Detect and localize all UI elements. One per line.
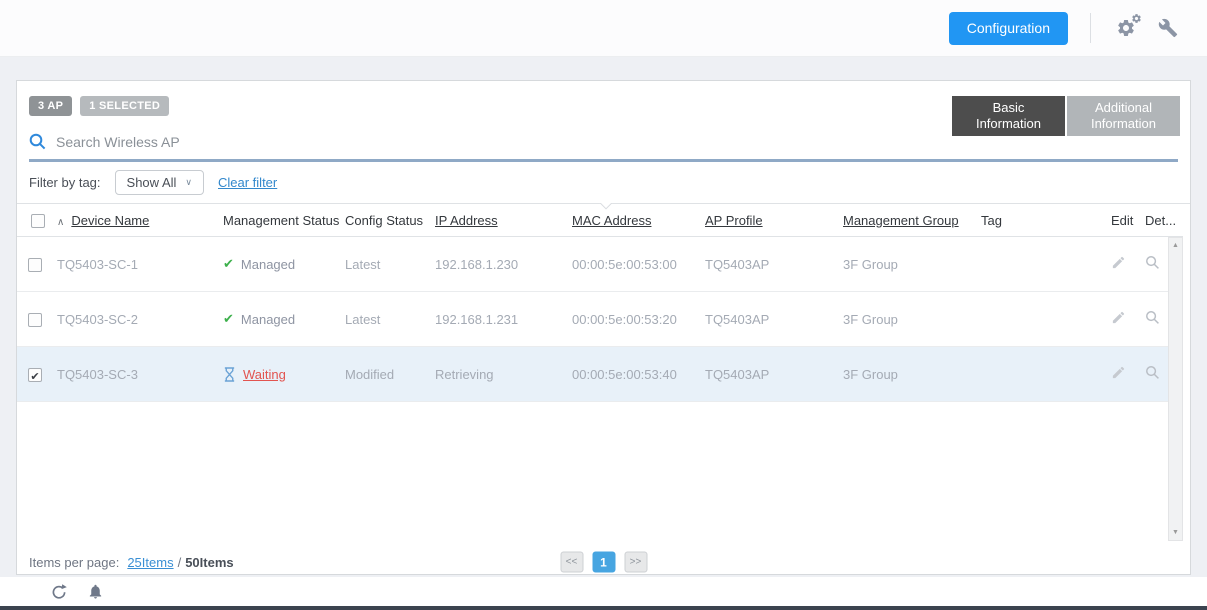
ap-table: ∧ Device Name Management Status Config St…	[17, 203, 1190, 541]
prev-page-button[interactable]: <<	[560, 552, 583, 573]
table-body: TQ5403-SC-1 ✔ Managed Latest 192.168.1.2…	[17, 237, 1168, 541]
cell-device-name: TQ5403-SC-2	[57, 312, 223, 327]
column-management-group[interactable]: Management Group	[843, 213, 981, 228]
row-checkbox[interactable]: ✔	[28, 368, 42, 382]
pagination: << 1 >>	[560, 552, 647, 573]
refresh-icon[interactable]	[50, 583, 68, 601]
cell-config-status: Latest	[345, 312, 435, 327]
edit-icon[interactable]	[1111, 313, 1126, 328]
select-all-checkbox[interactable]	[31, 214, 45, 228]
management-status-text: Managed	[241, 257, 295, 272]
column-device-name-link[interactable]: Device Name	[71, 213, 149, 228]
items-per-page: Items per page: 25Items /50Items	[29, 555, 234, 570]
app-window: Configuration 3 AP 1 SELECTED Basic Info…	[0, 0, 1207, 610]
cell-ip-address: 192.168.1.231	[435, 312, 572, 327]
cell-management-group: 3F Group	[843, 367, 981, 382]
notifications-bell-icon[interactable]	[87, 583, 104, 600]
configuration-button[interactable]: Configuration	[949, 12, 1068, 45]
panel-header: 3 AP 1 SELECTED Basic Information Additi…	[17, 81, 1190, 129]
edit-icon[interactable]	[1111, 258, 1126, 273]
table-row[interactable]: TQ5403-SC-1 ✔ Managed Latest 192.168.1.2…	[17, 237, 1168, 292]
info-tabs: Basic Information Additional Information	[952, 81, 1180, 136]
tag-filter-value: Show All	[127, 175, 177, 190]
tag-filter-dropdown[interactable]: Show All ∨	[115, 170, 204, 195]
cell-management-status: ✔ Managed	[223, 311, 345, 327]
cell-ap-profile: TQ5403AP	[705, 312, 843, 327]
cell-config-status: Modified	[345, 367, 435, 382]
search-input[interactable]	[56, 134, 1178, 150]
cell-management-group: 3F Group	[843, 312, 981, 327]
column-mac-address[interactable]: MAC Address	[572, 213, 705, 228]
cell-config-status: Latest	[345, 257, 435, 272]
cell-ap-profile: TQ5403AP	[705, 367, 843, 382]
scroll-up-icon[interactable]: ▲	[1169, 242, 1182, 249]
next-page-button[interactable]: >>	[624, 552, 647, 573]
cell-mac-address: 00:00:5e:00:53:20	[572, 312, 705, 327]
page-1-button[interactable]: 1	[592, 552, 615, 573]
edit-icon[interactable]	[1111, 368, 1126, 383]
column-ap-profile[interactable]: AP Profile	[705, 213, 843, 228]
details-search-icon[interactable]	[1145, 258, 1160, 273]
cell-management-group: 3F Group	[843, 257, 981, 272]
filter-by-tag-label: Filter by tag:	[29, 175, 101, 190]
row-checkbox[interactable]	[28, 258, 42, 272]
table-row[interactable]: ✔ TQ5403-SC-3 Waiting Modified Retrievin…	[17, 347, 1168, 402]
badges: 3 AP 1 SELECTED	[29, 96, 169, 116]
details-search-icon[interactable]	[1145, 368, 1160, 383]
cell-management-status: ✔ Managed	[223, 256, 345, 272]
filter-row: Filter by tag: Show All ∨ Clear filter	[17, 162, 1190, 203]
items-50-label: 50Items	[185, 555, 233, 570]
items-per-page-label: Items per page:	[29, 555, 119, 570]
hourglass-icon	[223, 367, 236, 382]
tab-additional-information[interactable]: Additional Information	[1067, 96, 1180, 136]
management-status-text: Managed	[241, 312, 295, 327]
toolbar-divider	[1090, 13, 1091, 43]
cell-device-name: TQ5403-SC-3	[57, 367, 223, 382]
details-search-icon[interactable]	[1145, 313, 1160, 328]
cell-ap-profile: TQ5403AP	[705, 257, 843, 272]
cell-ip-address: 192.168.1.230	[435, 257, 572, 272]
managed-check-icon: ✔	[223, 311, 234, 327]
search-bar	[29, 133, 1178, 162]
scroll-down-icon[interactable]: ▼	[1169, 529, 1182, 536]
settings-gears-icon[interactable]	[1113, 15, 1139, 41]
clear-filter-link[interactable]: Clear filter	[218, 175, 277, 190]
search-icon	[29, 133, 46, 150]
column-ip-address[interactable]: IP Address	[435, 213, 572, 228]
cell-device-name: TQ5403-SC-1	[57, 257, 223, 272]
header-notch	[598, 203, 615, 212]
column-device-name[interactable]: ∧ Device Name	[57, 213, 223, 228]
top-toolbar: Configuration	[0, 0, 1207, 57]
column-edit: Edit	[1111, 213, 1145, 228]
row-checkbox[interactable]	[28, 313, 42, 327]
column-mac-address-link[interactable]: MAC Address	[572, 213, 651, 228]
chevron-down-icon: ∨	[185, 177, 192, 188]
column-ip-address-link[interactable]: IP Address	[435, 213, 498, 228]
sort-ascending-icon: ∧	[57, 217, 64, 228]
column-management-status: Management Status	[223, 213, 345, 228]
cell-mac-address: 00:00:5e:00:53:40	[572, 367, 705, 382]
waiting-status-link[interactable]: Waiting	[243, 367, 286, 382]
selected-count-badge: 1 SELECTED	[80, 96, 169, 116]
ap-list-panel: 3 AP 1 SELECTED Basic Information Additi…	[16, 80, 1191, 575]
cell-mac-address: 00:00:5e:00:53:00	[572, 257, 705, 272]
bottom-status-bar	[0, 577, 1207, 610]
tab-basic-information[interactable]: Basic Information	[952, 96, 1065, 136]
items-separator: /	[178, 555, 182, 570]
checkbox-check-icon: ✔	[30, 371, 39, 382]
column-config-status: Config Status	[345, 213, 435, 228]
tools-wrench-icon[interactable]	[1155, 15, 1181, 41]
cell-ip-address: Retrieving	[435, 367, 572, 382]
column-tag: Tag	[981, 213, 1111, 228]
ap-count-badge: 3 AP	[29, 96, 72, 116]
cell-management-status: Waiting	[223, 367, 345, 382]
table-scrollbar[interactable]: ▲ ▼	[1168, 237, 1183, 541]
column-details: Det...	[1145, 213, 1183, 228]
column-ap-profile-link[interactable]: AP Profile	[705, 213, 763, 228]
managed-check-icon: ✔	[223, 256, 234, 272]
column-management-group-link[interactable]: Management Group	[843, 213, 959, 228]
table-row[interactable]: TQ5403-SC-2 ✔ Managed Latest 192.168.1.2…	[17, 292, 1168, 347]
items-25-link[interactable]: 25Items	[127, 555, 173, 570]
